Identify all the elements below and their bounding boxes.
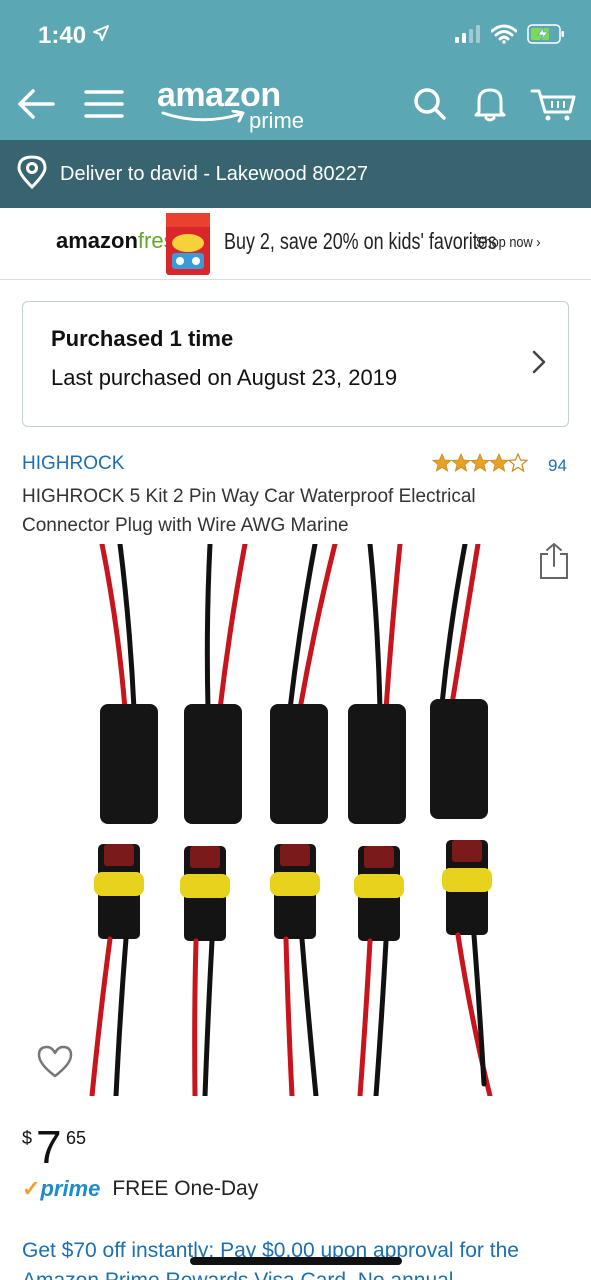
menu-button[interactable]	[82, 82, 126, 126]
price-whole: 7	[36, 1121, 62, 1173]
heart-icon	[37, 1045, 73, 1078]
hamburger-icon	[84, 90, 124, 118]
chevron-right-icon	[532, 350, 546, 379]
rating-count-link[interactable]: 94	[548, 456, 567, 476]
signal-icon	[455, 25, 481, 48]
status-icons	[455, 24, 565, 49]
star-rating[interactable]	[432, 453, 528, 473]
amazon-prime-logo[interactable]: amazon prime	[157, 76, 304, 133]
cart-icon	[530, 89, 576, 121]
bell-icon	[474, 88, 506, 122]
status-bar: 1:40	[0, 0, 591, 70]
share-button[interactable]	[538, 542, 570, 585]
deliver-to-bar[interactable]: Deliver to david - Lakewood 80227	[0, 140, 591, 208]
wifi-icon	[490, 24, 518, 49]
back-button[interactable]	[14, 82, 58, 126]
stars-icon	[432, 453, 528, 472]
battery-icon	[527, 24, 565, 49]
banner-brand-amazon: amazon	[56, 228, 138, 253]
product-image[interactable]	[80, 544, 510, 1096]
prime-shipping: ✓ prime FREE One-Day	[22, 1176, 258, 1202]
smile-arrow-icon	[161, 110, 245, 123]
logo-sub: prime	[249, 108, 305, 133]
deliver-text: Deliver to david - Lakewood 80227	[60, 162, 368, 185]
search-button[interactable]	[408, 82, 452, 126]
status-time: 1:40	[38, 22, 87, 49]
cart-button[interactable]	[528, 82, 578, 126]
purchase-count: Purchased 1 time	[51, 326, 234, 351]
snack-box-image	[166, 213, 210, 275]
price-currency: $	[22, 1128, 33, 1148]
last-purchased-date: Last purchased on August 23, 2019	[51, 365, 398, 390]
notifications-button[interactable]	[468, 82, 512, 126]
home-indicator[interactable]	[190, 1257, 402, 1265]
nav-bar: amazon prime	[0, 70, 591, 140]
purchase-history-card[interactable]: Purchased 1 time Last purchased on Augus…	[22, 301, 569, 427]
location-pin-icon	[16, 154, 48, 194]
price-fraction: 65	[66, 1128, 87, 1148]
back-arrow-icon	[18, 89, 55, 119]
amazon-fresh-banner[interactable]: amazonfresh Buy 2, save 20% on kids' fav…	[0, 208, 591, 280]
prime-check-icon: ✓	[22, 1176, 41, 1201]
search-icon	[414, 88, 446, 120]
shop-now-link[interactable]: Shop now ›	[476, 234, 541, 251]
brand-link[interactable]: HIGHROCK	[22, 453, 124, 475]
product-title: HIGHROCK 5 Kit 2 Pin Way Car Waterproof …	[22, 486, 476, 536]
location-arrow-icon	[92, 24, 110, 47]
banner-offer-text: Buy 2, save 20% on kids' favorites	[224, 228, 497, 254]
prime-badge: prime	[40, 1176, 101, 1201]
share-icon	[540, 543, 568, 579]
add-to-wishlist-button[interactable]	[36, 1044, 74, 1083]
shipping-text: FREE One-Day	[112, 1177, 259, 1200]
